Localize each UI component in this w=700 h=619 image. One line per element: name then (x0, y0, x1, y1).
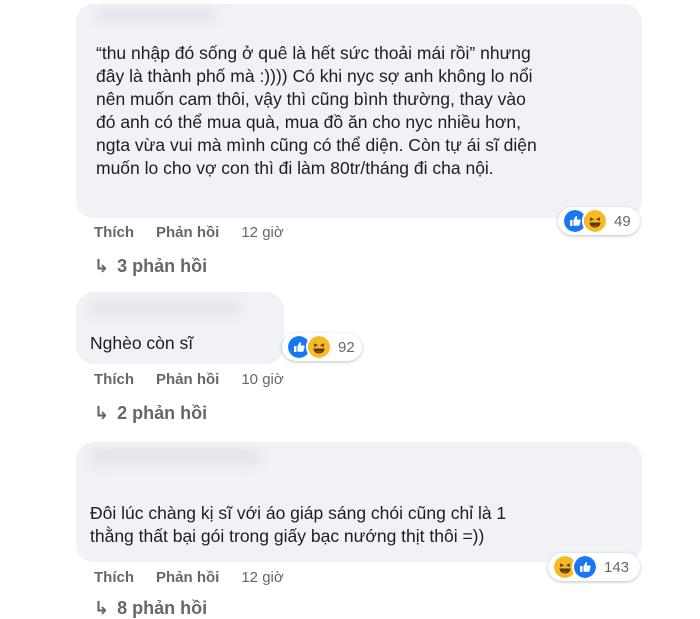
reply-link[interactable]: Phản hồi (156, 371, 219, 388)
reaction-summary[interactable]: 143 (548, 553, 640, 581)
reaction-count: 92 (338, 338, 355, 356)
reply-link[interactable]: Phản hồi (156, 569, 219, 586)
reply-link[interactable]: Phản hồi (156, 224, 219, 241)
comment-actions: Thích Phản hồi 12 giờ (94, 569, 284, 586)
redaction-overlay (0, 0, 48, 609)
comment-actions: Thích Phản hồi 12 giờ (94, 224, 284, 241)
like-link[interactable]: Thích (94, 371, 134, 388)
redacted-author-name (90, 300, 240, 316)
redacted-author-name (96, 8, 216, 22)
replies-label: 3 phản hồi (117, 256, 208, 276)
comment-text: Đôi lúc chàng kị sĩ với áo giáp sáng chó… (90, 503, 507, 546)
reply-arrow-icon: ↳ (94, 403, 110, 423)
comment-bubble-2: Nghèo còn sĩ (76, 292, 284, 364)
like-link[interactable]: Thích (94, 569, 134, 586)
redacted-author-name (90, 448, 260, 466)
comment-bubble-1: “thu nhập đó sống ở quê là hết sức thoải… (76, 4, 642, 218)
timestamp[interactable]: 12 giờ (241, 224, 283, 241)
timestamp[interactable]: 12 giờ (241, 569, 283, 586)
reply-arrow-icon: ↳ (94, 256, 110, 276)
comment-text: “thu nhập đó sống ở quê là hết sức thoải… (96, 43, 537, 178)
reaction-summary[interactable]: 49 (558, 207, 640, 235)
view-replies-link[interactable]: ↳ 2 phản hồi (94, 403, 207, 424)
replies-label: 2 phản hồi (117, 403, 208, 423)
haha-icon (582, 208, 608, 234)
view-replies-link[interactable]: ↳ 3 phản hồi (94, 256, 207, 277)
like-icon (572, 554, 598, 580)
comment-text: Nghèo còn sĩ (90, 333, 194, 353)
timestamp[interactable]: 10 giờ (241, 371, 283, 388)
comment-bubble-3: Đôi lúc chàng kị sĩ với áo giáp sáng chó… (76, 442, 642, 562)
comment-actions: Thích Phản hồi 10 giờ (94, 371, 284, 388)
reaction-summary[interactable]: 92 (282, 333, 362, 361)
reaction-count: 143 (604, 558, 630, 576)
haha-icon (306, 334, 332, 360)
like-link[interactable]: Thích (94, 224, 134, 241)
reaction-count: 49 (614, 212, 631, 230)
